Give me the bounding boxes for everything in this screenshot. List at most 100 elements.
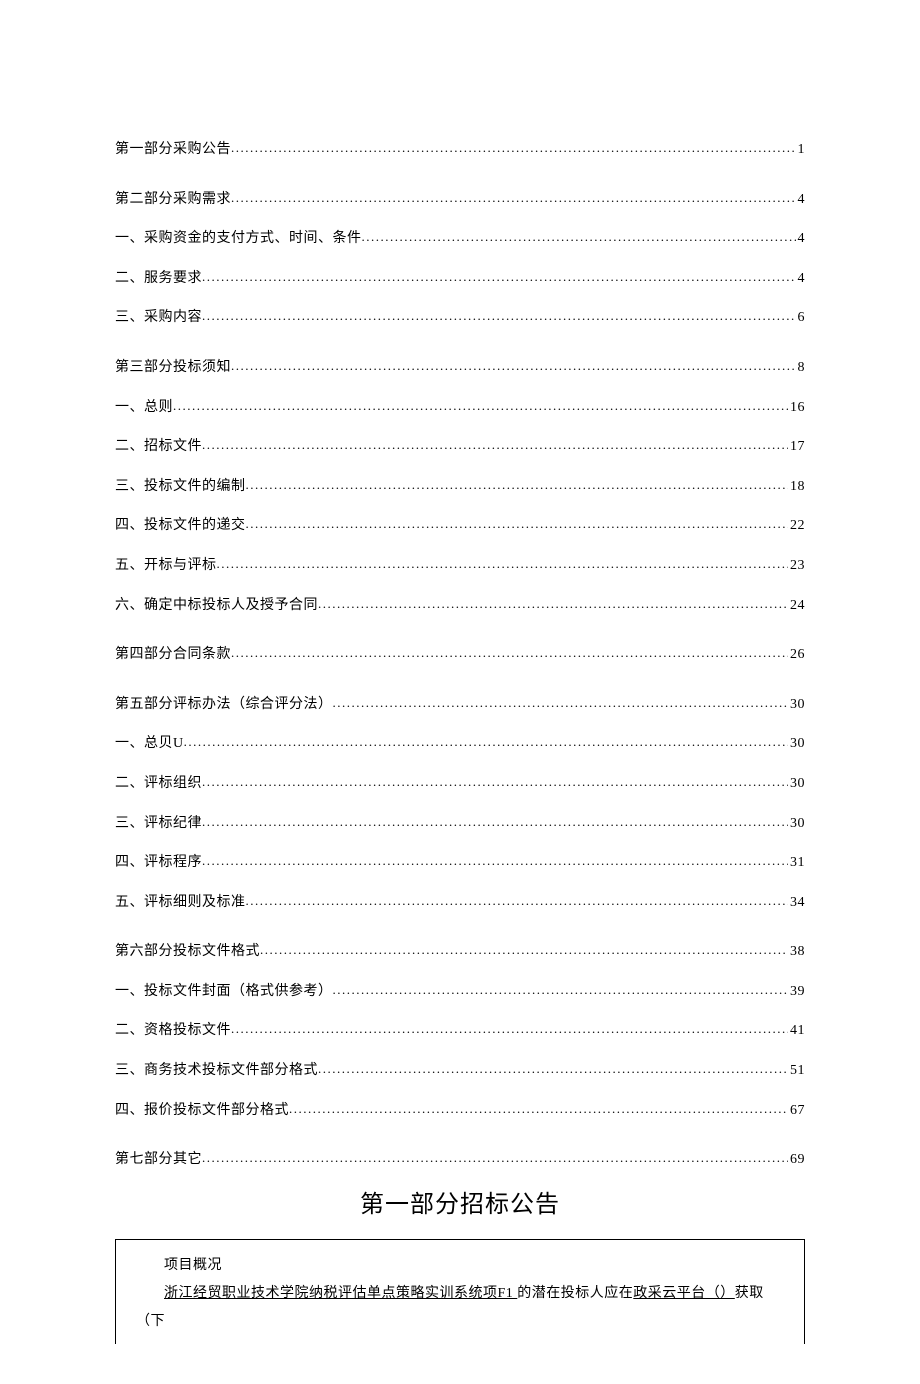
overview-mid-text: 的潜在投标人应在	[517, 1286, 633, 1301]
toc-entry: 第二部分采购需求 4	[115, 190, 805, 210]
toc-entry: 一、投标文件封面（格式供参考） 39	[115, 982, 805, 1002]
toc-label: 二、服务要求	[115, 269, 202, 289]
toc-page-number: 24	[788, 596, 805, 616]
toc-leader-dots	[260, 941, 788, 959]
toc-page-number: 17	[788, 437, 805, 457]
toc-leader-dots	[184, 733, 788, 751]
toc-entry: 第三部分投标须知 8	[115, 358, 805, 378]
toc-page-number: 30	[788, 734, 805, 754]
toc-label: 六、确定中标投标人及授予合同	[115, 596, 318, 616]
toc-entry: 二、资格投标文件 41	[115, 1021, 805, 1041]
toc-entry: 第六部分投标文件格式 38	[115, 942, 805, 962]
toc-label: 第二部分采购需求	[115, 190, 231, 210]
toc-leader-dots	[202, 307, 796, 325]
toc-label: 三、商务技术投标文件部分格式	[115, 1061, 318, 1081]
toc-leader-dots	[362, 228, 796, 246]
toc-entry: 六、确定中标投标人及授予合同 24	[115, 596, 805, 616]
toc-page-number: 8	[796, 358, 806, 378]
toc-label: 四、评标程序	[115, 853, 202, 873]
toc-page-number: 34	[788, 893, 805, 913]
toc-leader-dots	[318, 595, 788, 613]
toc-page-number: 41	[788, 1021, 805, 1041]
toc-leader-dots	[202, 436, 788, 454]
toc-entry: 一、采购资金的支付方式、时间、条件4	[115, 229, 805, 249]
toc-entry: 三、评标纪律 30	[115, 814, 805, 834]
toc-entry: 二、招标文件 17	[115, 437, 805, 457]
toc-leader-dots	[217, 555, 789, 573]
toc-page-number: 39	[788, 982, 805, 1002]
toc-page-number: 4	[796, 190, 806, 210]
toc-leader-dots	[246, 476, 789, 494]
toc-label: 第五部分评标办法（综合评分法）	[115, 695, 333, 715]
toc-entry: 第五部分评标办法（综合评分法） 30	[115, 695, 805, 715]
toc-leader-dots	[202, 773, 788, 791]
toc-page-number: 38	[788, 942, 805, 962]
toc-label: 四、投标文件的递交	[115, 516, 246, 536]
toc-label: 五、评标细则及标准	[115, 893, 246, 913]
toc-entry: 一、总贝U 30	[115, 734, 805, 754]
toc-entry: 四、报价投标文件部分格式67	[115, 1101, 805, 1121]
toc-page-number: 6	[796, 308, 806, 328]
toc-label: 第一部分采购公告	[115, 140, 231, 160]
toc-label: 一、投标文件封面（格式供参考）	[115, 982, 333, 1002]
toc-label: 四、报价投标文件部分格式	[115, 1101, 289, 1121]
toc-entry: 三、采购内容 6	[115, 308, 805, 328]
toc-leader-dots	[202, 268, 796, 286]
toc-leader-dots	[202, 813, 788, 831]
toc-leader-dots	[173, 397, 788, 415]
project-name-underlined: 浙江经贸职业技术学院纳税评估单点策略实训系统项F1	[164, 1286, 517, 1301]
toc-entry: 三、商务技术投标文件部分格式 51	[115, 1061, 805, 1081]
toc-entry: 四、投标文件的递交22	[115, 516, 805, 536]
toc-page-number: 30	[788, 814, 805, 834]
toc-entry: 四、评标程序 31	[115, 853, 805, 873]
toc-entry: 一、总则16	[115, 398, 805, 418]
toc-leader-dots	[231, 357, 796, 375]
toc-entry: 二、评标组织30	[115, 774, 805, 794]
toc-label: 一、总则	[115, 398, 173, 418]
toc-page-number: 18	[788, 477, 805, 497]
document-page: 第一部分采购公告1第二部分采购需求4一、采购资金的支付方式、时间、条件4二、服务…	[0, 0, 920, 1384]
toc-leader-dots	[231, 189, 796, 207]
toc-label: 一、采购资金的支付方式、时间、条件	[115, 229, 362, 249]
toc-page-number: 26	[788, 645, 805, 665]
toc-page-number: 30	[788, 695, 805, 715]
toc-entry: 五、开标与评标23	[115, 556, 805, 576]
toc-page-number: 4	[796, 269, 806, 289]
toc-label: 第三部分投标须知	[115, 358, 231, 378]
toc-entry: 三、投标文件的编制18	[115, 477, 805, 497]
overview-title: 项目概况	[136, 1252, 784, 1280]
project-overview-box: 项目概况 浙江经贸职业技术学院纳税评估单点策略实训系统项F1 的潜在投标人应在政…	[115, 1239, 805, 1344]
platform-underlined: 政采云平台（）	[633, 1286, 735, 1301]
toc-label: 一、总贝U	[115, 734, 184, 754]
toc-label: 二、资格投标文件	[115, 1021, 231, 1041]
toc-label: 二、评标组织	[115, 774, 202, 794]
toc-label: 第七部分其它	[115, 1150, 202, 1170]
toc-entry: 第一部分采购公告 1	[115, 140, 805, 160]
toc-page-number: 51	[788, 1061, 805, 1081]
toc-leader-dots	[246, 892, 789, 910]
overview-body: 浙江经贸职业技术学院纳税评估单点策略实训系统项F1 的潜在投标人应在政采云平台（…	[136, 1280, 784, 1336]
toc-entry: 第四部分合同条款 26	[115, 645, 805, 665]
toc-leader-dots	[289, 1100, 788, 1118]
toc-leader-dots	[231, 644, 788, 662]
toc-entry: 五、评标细则及标准 34	[115, 893, 805, 913]
toc-label: 三、采购内容	[115, 308, 202, 328]
toc-label: 第四部分合同条款	[115, 645, 231, 665]
toc-leader-dots	[318, 1060, 788, 1078]
toc-label: 三、评标纪律	[115, 814, 202, 834]
toc-leader-dots	[231, 1020, 788, 1038]
toc-entry: 二、服务要求 4	[115, 269, 805, 289]
toc-leader-dots	[246, 515, 789, 533]
toc-page-number: 69	[788, 1150, 805, 1170]
toc-label: 五、开标与评标	[115, 556, 217, 576]
toc-label: 二、招标文件	[115, 437, 202, 457]
toc-leader-dots	[333, 694, 789, 712]
toc-entry: 第七部分其它 69	[115, 1150, 805, 1170]
toc-leader-dots	[333, 981, 789, 999]
toc-label: 第六部分投标文件格式	[115, 942, 260, 962]
toc-leader-dots	[202, 852, 788, 870]
toc-page-number: 1	[796, 140, 806, 160]
toc-page-number: 31	[788, 853, 805, 873]
section-heading: 第一部分招标公告	[115, 1184, 805, 1219]
toc-leader-dots	[202, 1149, 788, 1167]
